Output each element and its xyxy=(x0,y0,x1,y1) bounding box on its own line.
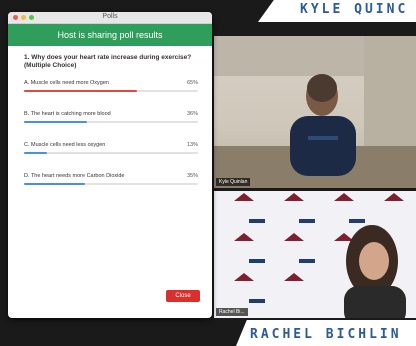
result-bar xyxy=(24,121,87,123)
video-top-scene xyxy=(214,36,416,188)
window-titlebar: Polls xyxy=(8,12,212,24)
poll-window: Polls Host is sharing poll results 1. Wh… xyxy=(8,12,212,318)
result-bar-track xyxy=(24,121,198,123)
top-name-text: KYLE QUINC xyxy=(300,2,409,17)
bottom-participant-label: Rachel Bi... xyxy=(216,308,248,316)
window-title: Polls xyxy=(102,13,118,20)
result-bar xyxy=(24,90,138,92)
poll-option: A. Muscle cells need more Oxygen 65% xyxy=(24,80,202,102)
option-label: A. Muscle cells need more Oxygen xyxy=(24,80,109,86)
option-percent: 13% xyxy=(186,142,198,148)
poll-option: C. Muscle cells need less oxygen 13% xyxy=(24,142,202,164)
poll-option: D. The heart needs more Carbon Dioxide 3… xyxy=(24,173,202,195)
video-bottom-scene xyxy=(214,191,416,318)
poll-question: 1. Why does your heart rate increase dur… xyxy=(24,54,192,69)
result-bar xyxy=(24,152,47,154)
bottom-name-text: RACHEL BICHLIN xyxy=(250,327,402,342)
result-bar-track xyxy=(24,183,198,185)
result-bar-track xyxy=(24,90,198,92)
result-bar xyxy=(24,183,85,185)
top-participant-label: Kyle Quinlan xyxy=(216,178,251,186)
poll-option: B. The heart is catching more blood 36% xyxy=(24,111,202,133)
option-label: D. The heart needs more Carbon Dioxide xyxy=(24,173,125,179)
video-tile-bottom[interactable]: Rachel Bi... xyxy=(214,191,416,318)
share-banner: Host is sharing poll results xyxy=(8,24,212,46)
option-label: C. Muscle cells need less oxygen xyxy=(24,142,106,148)
video-tile-top[interactable]: Kyle Quinlan xyxy=(214,36,416,188)
close-button[interactable]: Close xyxy=(166,290,200,302)
result-bar-track xyxy=(24,152,198,154)
option-percent: 35% xyxy=(186,173,198,179)
option-percent: 65% xyxy=(186,80,198,86)
option-percent: 36% xyxy=(186,111,198,117)
option-label: B. The heart is catching more blood xyxy=(24,111,111,117)
